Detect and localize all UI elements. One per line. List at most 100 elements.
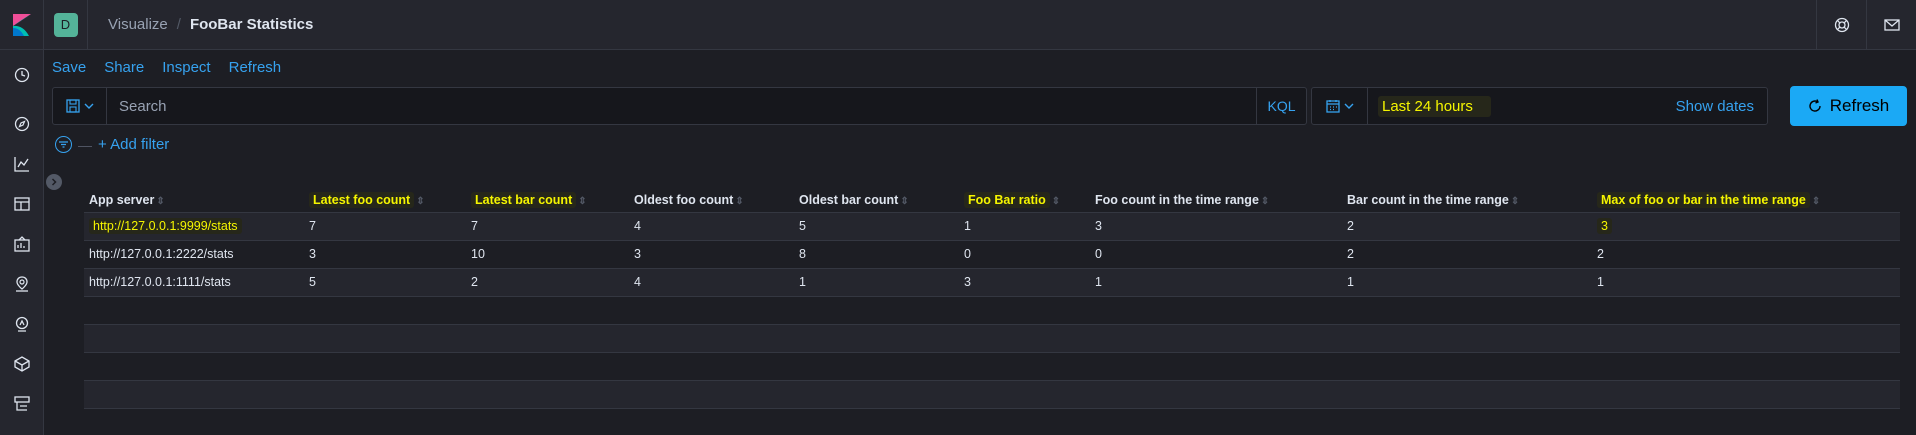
table-cell-value: 3 xyxy=(309,247,316,261)
table-cell: 5 xyxy=(304,268,466,297)
table-header-row: App server ⇕ Latest foo count ⇕ Latest bar c… xyxy=(84,188,1900,213)
column-header-label: Foo Bar ratio xyxy=(964,191,1050,208)
table-cell-value: 3 xyxy=(1095,219,1102,233)
inspect-menu-item[interactable]: Inspect xyxy=(162,59,210,76)
saved-query-button[interactable] xyxy=(53,88,107,124)
column-header[interactable]: App server ⇕ xyxy=(84,188,304,213)
table-cell: 5 xyxy=(794,212,959,241)
sort-icon[interactable]: ⇕ xyxy=(156,196,164,207)
refresh-icon xyxy=(1809,99,1821,112)
maps-icon[interactable] xyxy=(11,273,33,295)
add-filter-button[interactable]: + Add filter xyxy=(98,136,169,153)
quick-select-button[interactable] xyxy=(1312,88,1368,124)
table-cell-value: 3 xyxy=(1597,218,1612,234)
breadcrumb-visualize[interactable]: Visualize xyxy=(108,16,168,33)
table-cell-value: 2 xyxy=(1597,247,1604,261)
date-range-label[interactable]: Last 24 hours xyxy=(1378,95,1491,117)
table-cell-value: 2 xyxy=(1347,219,1354,233)
table-cell: 10 xyxy=(466,240,629,269)
infrastructure-icon[interactable] xyxy=(11,353,33,375)
table-cell: 8 xyxy=(794,240,959,269)
table-cell: 3 xyxy=(304,240,466,269)
column-header[interactable]: Foo Bar ratio ⇕ xyxy=(959,188,1090,213)
table-cell: 0 xyxy=(1090,240,1342,269)
table-cell-value: http://127.0.0.1:1111/stats xyxy=(89,275,231,289)
table-row: http://127.0.0.1:2222/stats 3 10 3 8 0 0 2 2 xyxy=(84,240,1900,269)
saved-query-icon xyxy=(65,99,80,113)
dashboard-icon[interactable] xyxy=(11,193,33,215)
table-cell: 0 xyxy=(959,240,1090,269)
column-header[interactable]: Latest foo count ⇕ xyxy=(304,188,466,213)
refresh-menu-item[interactable]: Refresh xyxy=(229,59,282,76)
search-input[interactable]: Search xyxy=(107,98,1256,115)
space-selector[interactable]: D xyxy=(44,0,88,50)
filter-options-icon[interactable] xyxy=(55,136,72,153)
visualize-chart-icon[interactable] xyxy=(11,153,33,175)
table-cell: 2 xyxy=(1342,212,1592,241)
table-cell: 4 xyxy=(629,212,794,241)
column-header[interactable]: Latest bar count ⇕ xyxy=(466,188,629,213)
table-cell: 7 xyxy=(304,212,466,241)
table-cell-value: 1 xyxy=(964,219,971,233)
table-cell-value: 3 xyxy=(964,275,971,289)
column-header[interactable]: Foo count in the time range ⇕ xyxy=(1090,188,1342,213)
table-cell: 3 xyxy=(1090,212,1342,241)
table-row: http://127.0.0.1:9999/stats 7 7 4 5 1 3 2 3 xyxy=(84,212,1900,241)
column-header[interactable]: Max of foo or bar in the time range ⇕ xyxy=(1592,188,1900,213)
table-cell: 1 xyxy=(959,212,1090,241)
mail-icon[interactable] xyxy=(1866,0,1916,50)
sort-icon[interactable]: ⇕ xyxy=(1812,196,1820,207)
table-cell: http://127.0.0.1:1111/stats xyxy=(84,268,304,297)
table-cell-value: 0 xyxy=(1095,247,1102,261)
sort-icon[interactable]: ⇕ xyxy=(578,196,586,207)
refresh-button[interactable]: Refresh xyxy=(1790,86,1907,126)
table-cell: 2 xyxy=(1342,240,1592,269)
table-cell-value: http://127.0.0.1:2222/stats xyxy=(89,247,234,261)
table-cell-value: 1 xyxy=(1095,275,1102,289)
table-cell: 3 xyxy=(1592,212,1900,241)
collapse-arrow-icon[interactable] xyxy=(46,174,62,190)
kql-toggle-button[interactable]: KQL xyxy=(1256,88,1306,124)
date-picker: Last 24 hours Show dates xyxy=(1311,87,1768,125)
table-cell-value: 5 xyxy=(799,219,806,233)
table-cell: http://127.0.0.1:2222/stats xyxy=(84,240,304,269)
column-header[interactable]: Bar count in the time range ⇕ xyxy=(1342,188,1592,213)
sort-icon[interactable]: ⇕ xyxy=(416,196,424,207)
show-dates-link[interactable]: Show dates xyxy=(1676,98,1754,115)
data-table-panel: App server ⇕ Latest foo count ⇕ Latest bar c… xyxy=(84,188,1900,409)
table-cell-value: 7 xyxy=(309,219,316,233)
sort-icon[interactable]: ⇕ xyxy=(1052,196,1060,207)
table-cell: 2 xyxy=(1592,240,1900,269)
help-icon[interactable] xyxy=(1816,0,1866,50)
empty-row xyxy=(84,353,1900,381)
save-menu-item[interactable]: Save xyxy=(52,59,86,76)
discover-compass-icon[interactable] xyxy=(11,113,33,135)
logs-icon[interactable] xyxy=(11,393,33,415)
canvas-icon[interactable] xyxy=(11,233,33,255)
ml-icon[interactable] xyxy=(11,313,33,335)
sort-icon[interactable]: ⇕ xyxy=(735,196,743,207)
table-cell-value: 1 xyxy=(1347,275,1354,289)
sort-icon[interactable]: ⇕ xyxy=(1261,196,1269,207)
column-header-label: Latest bar count xyxy=(471,191,577,208)
column-header-label: Oldest bar count xyxy=(799,192,899,207)
table-cell-value: 10 xyxy=(471,247,485,261)
share-menu-item[interactable]: Share xyxy=(104,59,144,76)
column-header-label: Oldest foo count xyxy=(634,192,734,207)
column-header[interactable]: Oldest bar count ⇕ xyxy=(794,188,959,213)
table-cell-value: 1 xyxy=(799,275,806,289)
kibana-logo[interactable] xyxy=(0,0,44,50)
table-cell-value: 4 xyxy=(634,275,641,289)
column-header[interactable]: Oldest foo count ⇕ xyxy=(629,188,794,213)
kibana-logo-icon xyxy=(12,13,31,36)
sort-icon[interactable]: ⇕ xyxy=(1511,196,1519,207)
table-cell-value: 4 xyxy=(634,219,641,233)
table-cell: 4 xyxy=(629,268,794,297)
data-table: App server ⇕ Latest foo count ⇕ Latest bar c… xyxy=(84,188,1900,297)
filter-divider: — xyxy=(78,136,92,153)
sort-icon[interactable]: ⇕ xyxy=(900,196,908,207)
chevron-down-icon xyxy=(84,103,93,109)
breadcrumb: Visualize / FooBar Statistics xyxy=(108,16,313,33)
table-cell-value: http://127.0.0.1:9999/stats xyxy=(89,218,242,234)
recent-clock-icon[interactable] xyxy=(11,64,33,86)
